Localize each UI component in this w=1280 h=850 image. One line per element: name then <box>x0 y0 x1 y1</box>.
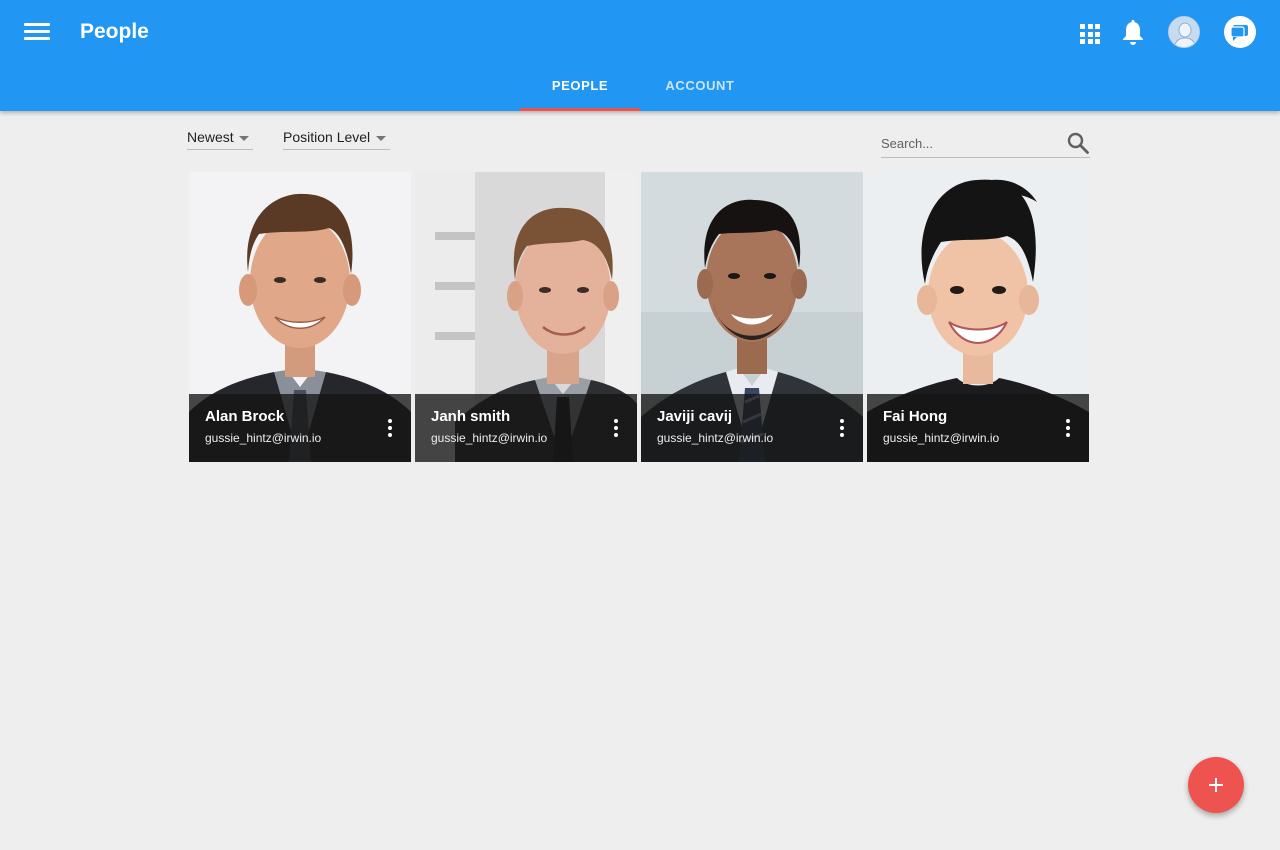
chevron-down-icon <box>239 136 249 141</box>
more-vert-icon[interactable] <box>605 416 627 440</box>
person-name: Janh smith <box>431 408 511 425</box>
position-level-dropdown-value: Position Level <box>283 129 371 145</box>
sort-dropdown[interactable]: Newest <box>187 128 253 150</box>
sort-dropdown-value: Newest <box>187 129 234 145</box>
tab-people-label: PEOPLE <box>551 78 609 93</box>
card-caption <box>415 394 637 462</box>
chat-icon[interactable] <box>1224 16 1256 48</box>
tab-people[interactable]: PEOPLE <box>520 64 640 111</box>
tab-account[interactable]: ACCOUNT <box>640 64 760 111</box>
person-name: Fai Hong <box>883 408 948 425</box>
app-bar: People PEOPLE ACCOUNT <box>0 0 1280 111</box>
chevron-down-icon <box>376 136 386 141</box>
person-name: Alan Brock <box>205 408 285 425</box>
card-caption <box>867 394 1089 462</box>
more-vert-icon[interactable] <box>1057 416 1079 440</box>
person-card[interactable]: Janh smith gussie_hintz@irwin.io <box>415 172 637 462</box>
user-avatar[interactable] <box>1168 16 1200 48</box>
page-title: People <box>80 20 149 43</box>
search-input[interactable] <box>881 131 1061 155</box>
search-icon[interactable] <box>1066 131 1090 155</box>
person-email: gussie_hintz@irwin.io <box>431 431 548 445</box>
card-caption <box>189 394 411 462</box>
person-card[interactable]: Fai Hong gussie_hintz@irwin.io <box>867 172 1089 462</box>
person-email: gussie_hintz@irwin.io <box>657 431 774 445</box>
add-person-button[interactable] <box>1188 757 1244 813</box>
person-card[interactable]: Javiji cavij gussie_hintz@irwin.io <box>641 172 863 462</box>
card-caption <box>641 394 863 462</box>
menu-icon[interactable] <box>22 20 52 44</box>
person-name: Javiji cavij <box>657 408 733 425</box>
person-email: gussie_hintz@irwin.io <box>205 431 322 445</box>
position-level-dropdown[interactable]: Position Level <box>283 128 390 150</box>
apps-icon[interactable] <box>1078 22 1102 46</box>
tab-indicator <box>520 108 640 111</box>
bell-icon[interactable] <box>1120 19 1146 47</box>
more-vert-icon[interactable] <box>379 416 401 440</box>
search-box <box>881 131 1090 158</box>
more-vert-icon[interactable] <box>831 416 853 440</box>
tab-account-label: ACCOUNT <box>665 78 735 93</box>
person-card[interactable]: Alan Brock gussie_hintz@irwin.io <box>189 172 411 462</box>
plus-icon <box>1209 778 1223 792</box>
person-email: gussie_hintz@irwin.io <box>883 431 1000 445</box>
